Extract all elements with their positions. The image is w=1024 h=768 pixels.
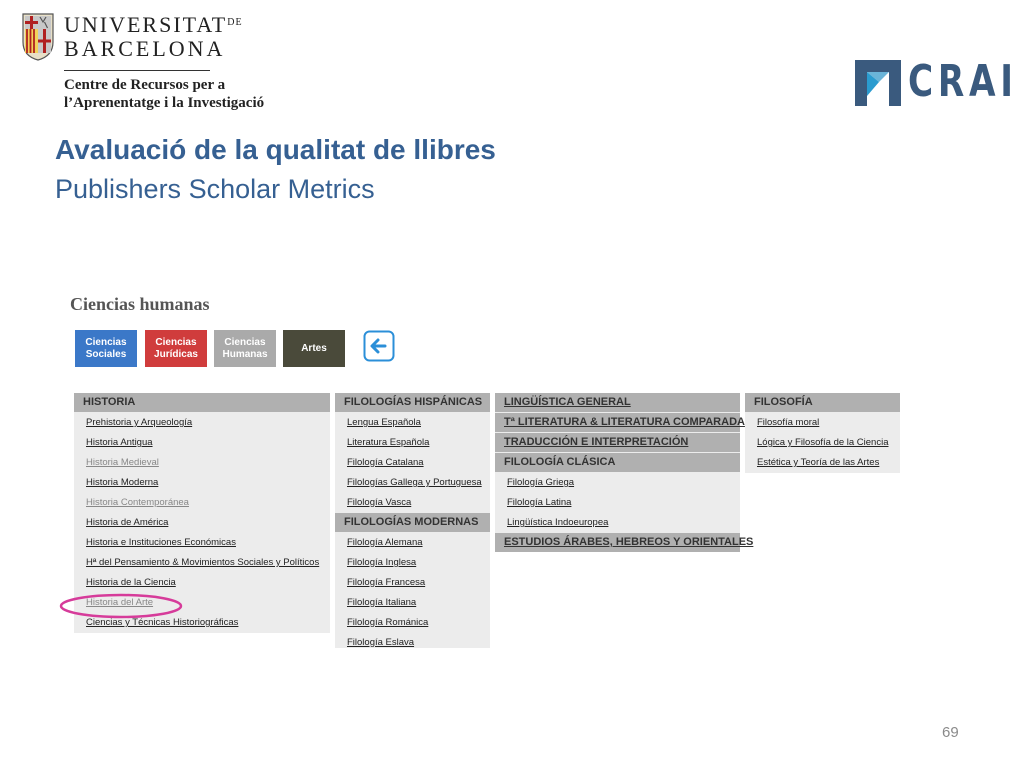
slide-subtitle: Publishers Scholar Metrics [55,174,375,204]
section-title: Ciencias humanas [70,294,210,314]
page-number: 69 [942,724,959,741]
subject-link[interactable]: Historia Moderna [74,473,330,493]
highlight-ellipse [59,593,183,619]
subject-link[interactable]: Filología Eslava [335,633,490,653]
subject-link[interactable]: Filología Francesa [335,573,490,593]
university-shield-logo [22,13,54,61]
subject-link[interactable]: Filología Griega [495,473,740,493]
subject-link[interactable]: Filologías Gallega y Portuguesa [335,473,490,493]
filosofia-column: FILOSOFÍA Filosofía moral Lógica y Filos… [745,393,900,473]
category-header-filologias-hispanicas: FILOLOGÍAS HISPÁNICAS [335,393,490,412]
university-name-line1: UNIVERSITATDE [64,12,243,37]
slide-title: Avaluació de la qualitat de llibres [55,134,496,165]
subject-link[interactable]: Lógica y Filosofía de la Ciencia [745,433,900,453]
filologias-column: FILOLOGÍAS HISPÁNICAS Lengua Española Li… [335,393,490,648]
arrow-left-icon[interactable] [363,330,395,362]
subject-link[interactable]: Estética y Teoría de las Artes [745,453,900,473]
subject-link[interactable]: Filología Inglesa [335,553,490,573]
linguistica-column: LINGÜÍSTICA GENERAL Tª LITERATURA & LITE… [495,393,753,552]
university-name-line2: BARCELONA [64,36,226,61]
category-link-linguistica-general[interactable]: LINGÜÍSTICA GENERAL [495,393,740,412]
ciencias-juridicas-button[interactable]: Ciencias Jurídicas [145,330,207,367]
subject-link[interactable]: Historia e Instituciones Económicas [74,533,330,553]
subject-link[interactable]: Filología Románica [335,613,490,633]
category-header-filologia-clasica: FILOLOGÍA CLÁSICA [495,453,740,472]
subject-link[interactable]: Historia Medieval [74,453,330,473]
category-header-filologias-modernas: FILOLOGÍAS MODERNAS [335,513,490,532]
crai-logo-text: CRAI [908,56,1018,107]
category-link-traduccion[interactable]: TRADUCCIÓN E INTERPRETACIÓN [495,433,740,452]
subject-link[interactable]: Historia de América [74,513,330,533]
category-header-filosofia: FILOSOFÍA [745,393,900,412]
subject-link[interactable]: Lengua Española [335,413,490,433]
category-header-historia: HISTORIA [74,393,330,412]
subject-link[interactable]: Filología Vasca [335,493,490,513]
subject-link[interactable]: Literatura Española [335,433,490,453]
header-divider [64,70,210,71]
subject-link[interactable]: Hª del Pensamiento & Movimientos Sociale… [74,553,330,573]
category-link-teoria-literatura[interactable]: Tª LITERATURA & LITERATURA COMPARADA [495,413,745,432]
artes-button[interactable]: Artes [283,330,345,367]
subject-link[interactable]: Lingüística Indoeuropea [495,513,740,533]
university-name-suffix: DE [227,17,243,28]
subject-link[interactable]: Filología Alemana [335,533,490,553]
subject-link[interactable]: Historia Antigua [74,433,330,453]
category-link-estudios-arabes[interactable]: ESTUDIOS ÁRABES, HEBREOS Y ORIENTALES [495,533,753,552]
crai-name-line2: l’Aprenentatge i la Investigació [64,95,265,111]
subject-link[interactable]: Prehistoria y Arqueología [74,413,330,433]
subject-link[interactable]: Filología Catalana [335,453,490,473]
ciencias-humanas-button[interactable]: Ciencias Humanas [214,330,276,367]
crai-name-line1: Centre de Recursos per a [64,77,226,93]
crai-logo-mark [855,60,901,106]
subject-link[interactable]: Historia de la Ciencia [74,573,330,593]
subject-link[interactable]: Filología Italiana [335,593,490,613]
subject-link[interactable]: Historia Contemporánea [74,493,330,513]
ciencias-sociales-button[interactable]: Ciencias Sociales [75,330,137,367]
subject-link[interactable]: Filosofía moral [745,413,900,433]
subject-link[interactable]: Filología Latina [495,493,740,513]
